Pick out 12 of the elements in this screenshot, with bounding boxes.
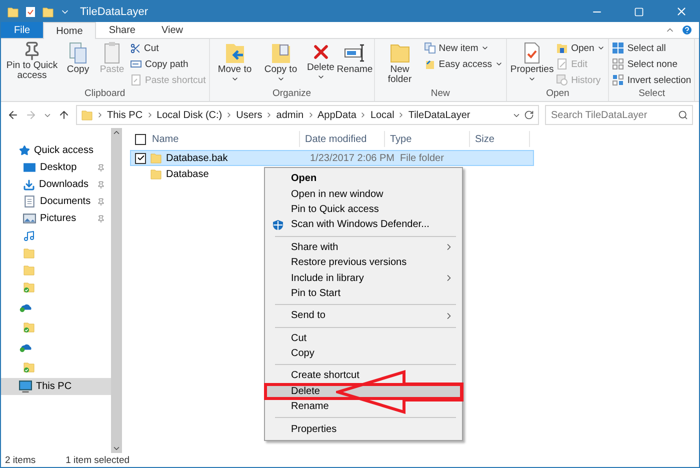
group-label: Select [638,88,666,101]
group-label: Clipboard [84,88,126,101]
file-name: Database.bak [166,152,228,164]
window-title: TileDataLayer [80,6,150,18]
group-label: Open [545,88,570,101]
date-cell-text: 1/23/2017 2:06 PM [309,152,395,164]
type-cell-text: File folder [399,152,445,164]
status-text: 1 item selected [66,454,130,466]
file-name: Database [166,168,209,180]
group-label: Organize [271,88,312,101]
status-text: 2 items [5,454,36,466]
group-label: New [430,88,451,101]
